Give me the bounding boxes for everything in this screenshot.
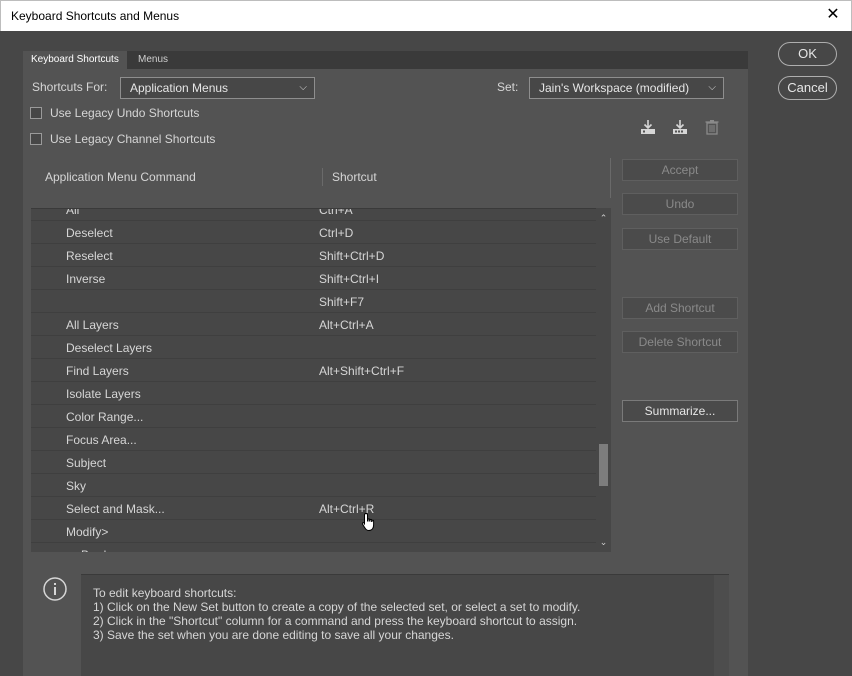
- legacy-undo-checkbox[interactable]: Use Legacy Undo Shortcuts: [30, 106, 199, 120]
- table-header: Application Menu Command Shortcut: [31, 158, 611, 208]
- shortcuts-for-label: Shortcuts For:: [32, 80, 108, 94]
- table-row[interactable]: Focus Area...: [31, 428, 596, 451]
- table-rows: All Ctrl+A Deselect Ctrl+D Reselect Shift+Ctr…: [31, 208, 596, 552]
- set-value: Jain's Workspace (modified): [539, 81, 690, 95]
- scroll-thumb[interactable]: [599, 444, 608, 486]
- info-icon: [42, 576, 68, 602]
- table-row[interactable]: Isolate Layers: [31, 382, 596, 405]
- info-line: 2) Click in the "Shortcut" column for a …: [93, 614, 578, 628]
- command-cell: Isolate Layers: [66, 387, 141, 401]
- command-cell: Border...: [81, 548, 126, 552]
- scroll-up-icon[interactable]: ⌃: [598, 213, 609, 224]
- add-shortcut-button[interactable]: Add Shortcut: [622, 297, 738, 319]
- shortcut-table[interactable]: All Ctrl+A Deselect Ctrl+D Reselect Shift+Ctr…: [31, 208, 596, 552]
- checkbox-box[interactable]: [30, 133, 42, 145]
- undo-button[interactable]: Undo: [622, 193, 738, 215]
- column-divider[interactable]: [322, 168, 323, 186]
- table-row[interactable]: Deselect Layers: [31, 336, 596, 359]
- trash-icon[interactable]: [703, 118, 721, 136]
- table-row[interactable]: Modify>: [31, 520, 596, 543]
- tab-keyboard-shortcuts[interactable]: Keyboard Shortcuts: [23, 51, 127, 69]
- info-line: 3) Save the set when you are done editin…: [93, 628, 454, 642]
- table-row[interactable]: Find Layers Alt+Shift+Ctrl+F: [31, 359, 596, 382]
- table-scrollbar[interactable]: ⌃ ⌄: [596, 208, 611, 552]
- command-cell: Sky: [66, 479, 87, 493]
- command-cell: Deselect Layers: [66, 341, 153, 355]
- column-divider: [610, 158, 611, 198]
- chevron-down-icon: ⌵: [708, 82, 716, 93]
- scroll-down-icon[interactable]: ⌄: [598, 537, 609, 548]
- shortcut-cell[interactable]: Ctrl+A: [319, 209, 353, 217]
- close-icon[interactable]: ✕: [825, 6, 841, 24]
- table-row[interactable]: Select and Mask... Alt+Ctrl+R: [31, 497, 596, 520]
- command-cell: All Layers: [66, 318, 119, 332]
- shortcut-cell[interactable]: Ctrl+D: [319, 226, 353, 240]
- shortcut-cell[interactable]: Alt+Ctrl+A: [319, 318, 374, 332]
- hand-cursor-icon: [361, 512, 377, 532]
- tab-menus[interactable]: Menus: [130, 51, 176, 69]
- title-bar: Keyboard Shortcuts and Menus ✕: [0, 0, 852, 31]
- table-row[interactable]: Shift+F7: [31, 290, 596, 313]
- command-cell: Select and Mask...: [66, 502, 165, 516]
- legacy-channel-label: Use Legacy Channel Shortcuts: [50, 132, 216, 146]
- shortcut-cell[interactable]: Shift+F7: [319, 295, 364, 309]
- summarize-button[interactable]: Summarize...: [622, 400, 738, 422]
- table-row[interactable]: All Layers Alt+Ctrl+A: [31, 313, 596, 336]
- new-set-icon[interactable]: [671, 118, 689, 136]
- info-text-box: To edit keyboard shortcuts: 1) Click on …: [81, 574, 729, 676]
- command-cell: Modify>: [66, 525, 109, 539]
- table-row[interactable]: Inverse Shift+Ctrl+I: [31, 267, 596, 290]
- window-title: Keyboard Shortcuts and Menus: [11, 9, 180, 23]
- use-default-button[interactable]: Use Default: [622, 228, 738, 250]
- tab-bar: Keyboard Shortcuts Menus: [23, 51, 748, 69]
- table-row[interactable]: Deselect Ctrl+D: [31, 221, 596, 244]
- info-line: To edit keyboard shortcuts:: [93, 586, 237, 600]
- column-header-command[interactable]: Application Menu Command: [45, 170, 196, 184]
- ok-button[interactable]: OK: [778, 42, 837, 66]
- legacy-undo-label: Use Legacy Undo Shortcuts: [50, 106, 200, 120]
- table-row[interactable]: Color Range...: [31, 405, 596, 428]
- command-cell: All: [66, 208, 80, 217]
- command-cell: Inverse: [66, 272, 106, 286]
- shortcuts-for-select[interactable]: Application Menus ⌵: [120, 77, 315, 99]
- table-row[interactable]: All Ctrl+A: [31, 208, 596, 221]
- command-cell: Focus Area...: [66, 433, 137, 447]
- set-label: Set:: [497, 80, 519, 94]
- column-header-shortcut[interactable]: Shortcut: [332, 170, 377, 184]
- legacy-channel-checkbox[interactable]: Use Legacy Channel Shortcuts: [30, 132, 215, 146]
- command-cell: Find Layers: [66, 364, 129, 378]
- table-row[interactable]: Reselect Shift+Ctrl+D: [31, 244, 596, 267]
- set-select[interactable]: Jain's Workspace (modified) ⌵: [529, 77, 724, 99]
- info-line: 1) Click on the New Set button to create…: [93, 600, 581, 614]
- info-scrollbar[interactable]: [714, 575, 729, 676]
- cancel-button[interactable]: Cancel: [778, 76, 837, 100]
- table-row[interactable]: Subject: [31, 451, 596, 474]
- command-cell: Reselect: [66, 249, 113, 263]
- command-cell: Deselect: [66, 226, 113, 240]
- accept-button[interactable]: Accept: [622, 159, 738, 181]
- command-cell: Color Range...: [66, 410, 144, 424]
- command-cell: Subject: [66, 456, 107, 470]
- table-row[interactable]: Border...: [31, 543, 596, 552]
- table-row[interactable]: Sky: [31, 474, 596, 497]
- shortcut-cell[interactable]: Shift+Ctrl+I: [319, 272, 379, 286]
- shortcut-cell[interactable]: Alt+Shift+Ctrl+F: [319, 364, 404, 378]
- chevron-down-icon: ⌵: [299, 82, 307, 93]
- shortcut-cell[interactable]: Shift+Ctrl+D: [319, 249, 384, 263]
- checkbox-box[interactable]: [30, 107, 42, 119]
- shortcuts-for-value: Application Menus: [130, 81, 229, 95]
- delete-shortcut-button[interactable]: Delete Shortcut: [622, 331, 738, 353]
- save-set-icon[interactable]: [639, 118, 657, 136]
